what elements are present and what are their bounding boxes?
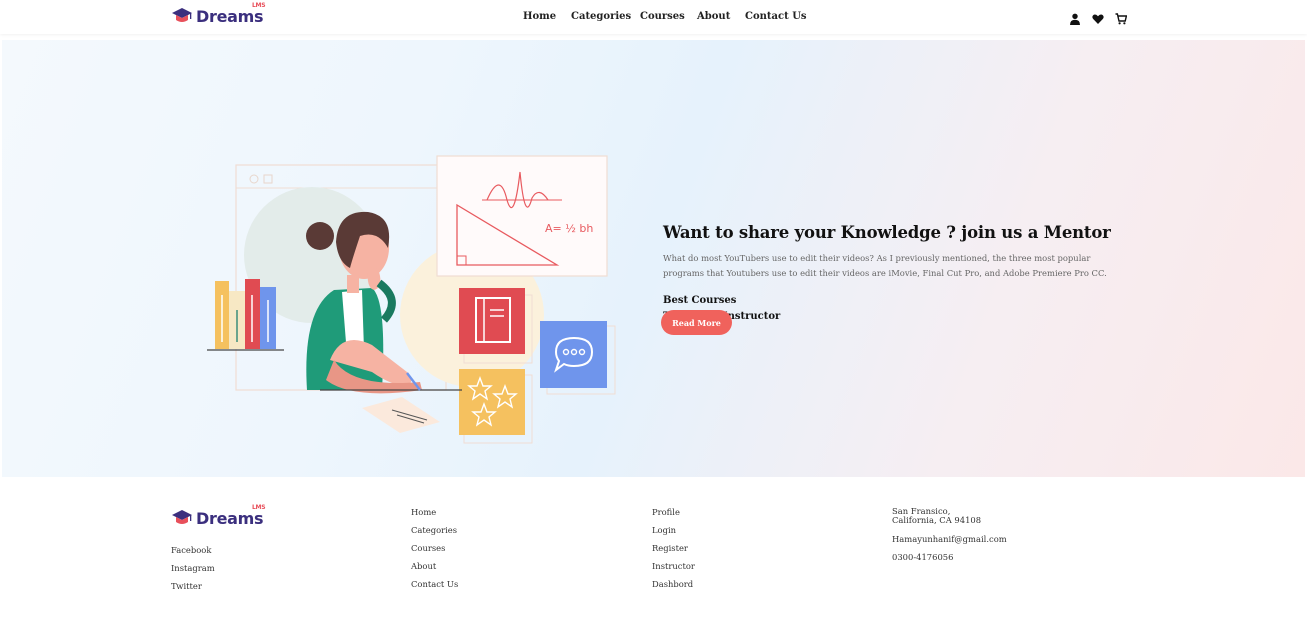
footer-link-login[interactable]: Login	[652, 525, 695, 543]
brand-logo[interactable]: Dreams LMS	[171, 1, 266, 27]
brand-suffix: LMS	[252, 1, 266, 9]
nav-home[interactable]: Home	[523, 11, 556, 22]
hero-description: What do most YouTubers use to edit their…	[663, 253, 1107, 278]
nav-about[interactable]: About	[697, 11, 730, 22]
hero-text-block: Want to share your Knowledge ? join us a…	[663, 223, 1133, 322]
nav-contact-us[interactable]: Contact Us	[745, 11, 807, 22]
mentor-illustration: A= ½ bh	[207, 155, 616, 444]
footer-link-home[interactable]: Home	[411, 507, 458, 525]
mentor-hero-section: A= ½ bh Want to share your Knowledge ? j…	[2, 40, 1305, 477]
footer-link-about[interactable]: About	[411, 561, 458, 579]
site-footer: Dreams LMS Facebook Instagram Twitter Hom…	[0, 477, 1307, 634]
nav-courses[interactable]: Courses	[640, 11, 685, 22]
footer-brand-suffix: LMS	[252, 503, 266, 511]
graduation-cap-icon	[172, 8, 192, 22]
user-icon[interactable]	[1069, 10, 1081, 25]
footer-social-links: Facebook Instagram Twitter	[171, 545, 215, 599]
footer-brand-logo[interactable]: Dreams LMS	[171, 503, 266, 529]
footer-nav-links: Home Categories Courses About Contact Us	[411, 507, 458, 597]
footer-link-categories[interactable]: Categories	[411, 525, 458, 543]
footer-brand-name: Dreams LMS	[196, 503, 266, 528]
facebook-link[interactable]: Facebook	[171, 545, 215, 563]
footer-link-dashboard[interactable]: Dashbord	[652, 579, 695, 597]
instagram-link[interactable]: Instagram	[171, 563, 215, 581]
header-actions	[1069, 10, 1128, 25]
graduation-cap-icon	[172, 510, 192, 524]
footer-link-profile[interactable]: Profile	[652, 507, 695, 525]
footer-link-courses[interactable]: Courses	[411, 543, 458, 561]
hero-point-best-courses: Best Courses	[663, 295, 737, 306]
email-link[interactable]: Hamayunhanif@gmail.com	[892, 534, 1007, 552]
footer-account-links: Profile Login Register Instructor Dashbo…	[652, 507, 695, 597]
brand-name: Dreams LMS	[196, 1, 266, 26]
hero-point-top-instructor: Top Rated Instructor	[663, 311, 781, 322]
read-more-button[interactable]: Read More	[661, 310, 732, 335]
site-header: Dreams LMS Home Categories Courses About …	[0, 0, 1307, 34]
footer-link-register[interactable]: Register	[652, 543, 695, 561]
nav-categories[interactable]: Categories	[571, 11, 631, 22]
footer-link-instructor[interactable]: Instructor	[652, 561, 695, 579]
cart-icon[interactable]	[1115, 10, 1128, 25]
twitter-link[interactable]: Twitter	[171, 581, 215, 599]
heart-icon[interactable]	[1092, 10, 1104, 24]
footer-link-contact-us[interactable]: Contact Us	[411, 579, 458, 597]
phone-link[interactable]: 0300-4176056	[892, 552, 1007, 570]
footer-contact-info: San Fransico, California, CA 94108 Hamay…	[892, 507, 1007, 570]
hero-title: Want to share your Knowledge ? join us a…	[663, 223, 1111, 242]
address-line-2: California, CA 94108	[892, 515, 982, 525]
formula-text: A= ½ bh	[545, 222, 593, 235]
